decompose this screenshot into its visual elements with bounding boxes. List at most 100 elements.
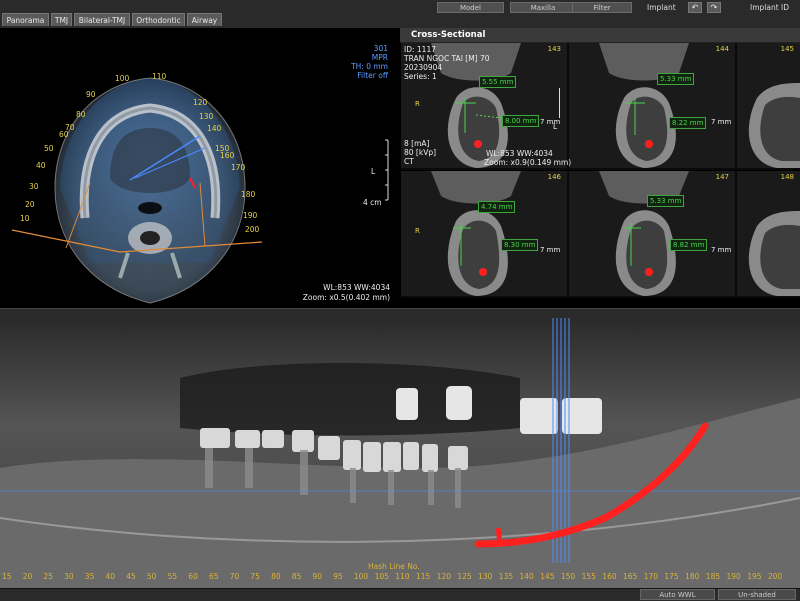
ruler-tick: 155 (581, 572, 596, 581)
ruler-tick: 200 (767, 572, 783, 581)
arch-number: 120 (193, 98, 208, 107)
ruler-tick: 60 (188, 572, 198, 581)
measurement-label: 5.33 mm (657, 73, 695, 85)
undo-icon[interactable]: ↶ (688, 2, 702, 13)
axial-scale-label: 4 cm (363, 198, 382, 207)
cross-zoom: Zoom: x0.9(0.149 mm) (484, 158, 572, 167)
cross-section-image (569, 43, 735, 168)
patient-info: ID: 1117 TRAN NGOC TAI [M] 70 20230904 S… (404, 45, 490, 81)
arch-number: 90 (86, 90, 96, 99)
cell-number: 145 (780, 45, 794, 53)
measurement-label: 8.82 mm (670, 239, 708, 251)
arch-number: 40 (36, 161, 46, 170)
cross-section-image (737, 171, 800, 296)
ruler-tick: 55 (167, 572, 178, 581)
ruler-tick: 15 (2, 572, 12, 581)
ruler-tick: 85 (291, 572, 302, 581)
ruler-tick: 140 (519, 572, 534, 581)
ruler-tick: 35 (84, 572, 95, 581)
arch-number: 30 (29, 182, 39, 191)
cell-number: 146 (547, 173, 561, 181)
tab-bilateral-tmj[interactable]: Bilateral-TMJ (74, 13, 130, 26)
scale-label: 7 mm (711, 118, 732, 126)
ruler-tick: 120 (436, 572, 452, 581)
ruler-tick: 185 (705, 572, 721, 581)
ruler-tick: 100 (353, 572, 369, 581)
cross-section-image (569, 171, 735, 296)
ruler-tick: 175 (664, 572, 679, 581)
implant-label: Implant (647, 3, 676, 12)
ruler-tick: 165 (623, 572, 638, 581)
measurement-label: 8.00 mm (502, 115, 540, 127)
tab-orthodontic[interactable]: Orthodontic (132, 13, 185, 26)
panorama-image (0, 318, 800, 588)
cross-scale-bar (559, 88, 568, 118)
ruler-tick: 25 (43, 572, 53, 581)
scale-label: 7 mm (540, 246, 561, 254)
ruler-tick: 115 (416, 572, 431, 581)
arch-number: 170 (231, 163, 246, 172)
ruler-tick: 130 (478, 572, 493, 581)
ruler-tick: 95 (333, 572, 343, 581)
tab-panorama[interactable]: Panorama (2, 13, 49, 26)
ruler-tick: 145 (540, 572, 555, 581)
hash-line-label: Hash Line No. (368, 562, 420, 571)
model-button[interactable]: Model (437, 2, 504, 13)
measurement-label: 8.30 mm (501, 239, 539, 251)
arch-number: 160 (220, 151, 235, 160)
ruler-tick: 180 (685, 572, 700, 581)
implant-id-label: Implant ID (750, 3, 790, 12)
ruler-tick: 110 (395, 572, 410, 581)
ruler-tick: 20 (22, 572, 33, 581)
axial-mpr: MPR (371, 53, 388, 62)
cross-section-image (401, 171, 567, 296)
arch-number: 130 (199, 112, 214, 121)
ruler-tick: 40 (105, 572, 116, 581)
cell-number: 143 (547, 45, 561, 53)
cross-section-cell[interactable]: 147 5.33 mm 8.82 mm 7 mm (569, 171, 737, 298)
arch-number: 80 (76, 110, 86, 119)
axial-filter: Filter off (357, 71, 388, 80)
cross-section-cell[interactable]: 145 (737, 43, 800, 170)
arch-number: 190 (243, 211, 258, 220)
cell-number: 147 (715, 173, 729, 181)
tab-tmj[interactable]: TMJ (51, 13, 72, 26)
exposure-info: 8 [mA] 80 [kVp] CT (404, 139, 437, 166)
cross-section-cell[interactable]: 144 5.33 mm 8.22 mm 7 mm (569, 43, 737, 170)
cross-l-label: L (553, 122, 558, 131)
ruler-tick: 80 (271, 572, 281, 581)
redo-icon[interactable]: ↷ (707, 2, 721, 13)
ruler-tick: 70 (229, 572, 240, 581)
ruler-tick: 125 (457, 572, 472, 581)
panorama-view[interactable] (0, 318, 800, 588)
arch-number: 70 (65, 123, 75, 132)
arch-number: 140 (207, 124, 222, 133)
measurement-label: 5.33 mm (647, 195, 685, 207)
axial-zoom: Zoom: x0.5(0.402 mm) (302, 293, 390, 302)
arch-number: 10 (20, 214, 30, 223)
axial-thickness: TH: 0 mm (351, 62, 388, 71)
arch-number: 50 (44, 144, 54, 153)
ruler-tick: 75 (250, 572, 260, 581)
unshaded-button[interactable]: Un-shaded (718, 589, 796, 600)
cross-sectional-title: Cross-Sectional (411, 30, 486, 40)
auto-wwl-button[interactable]: Auto WWL (640, 589, 715, 600)
arch-number: 20 (25, 200, 35, 209)
tab-airway[interactable]: Airway (187, 13, 222, 26)
cell-number: 144 (715, 45, 729, 53)
filter-button[interactable]: Filter (572, 2, 632, 13)
r-label: R (415, 227, 420, 235)
cross-section-cell[interactable]: 146 4.74 mm 8.30 mm R 7 mm (401, 171, 569, 298)
ruler-tick: 135 (498, 572, 514, 581)
arch-number: 100 (115, 74, 130, 83)
ruler-tick: 150 (560, 572, 576, 581)
cross-section-cell[interactable]: 148 (737, 171, 800, 298)
scale-label: 7 mm (540, 118, 561, 126)
arch-number: 180 (241, 190, 256, 199)
ruler-tick: 160 (602, 572, 617, 581)
maxilla-button[interactable]: Maxilla (510, 2, 576, 13)
cell-number: 148 (780, 173, 794, 181)
ruler-tick: 105 (374, 572, 389, 581)
r-label: R (415, 100, 420, 108)
cross-section-image (737, 43, 800, 168)
